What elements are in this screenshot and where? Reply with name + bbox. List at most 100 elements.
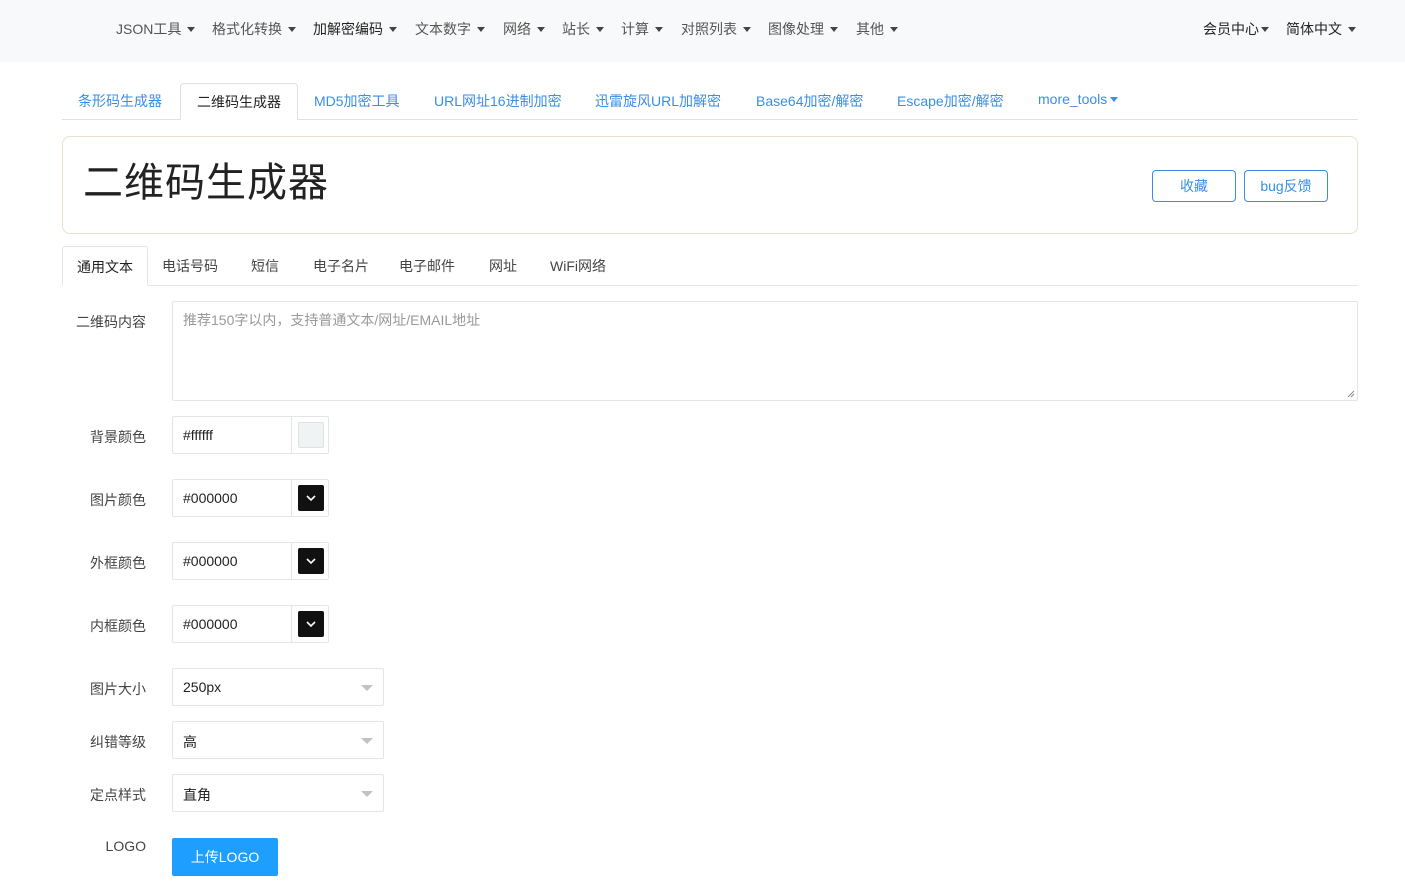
tab-md5-tool[interactable]: MD5加密工具 [314, 83, 400, 120]
nav-label: 网络 [503, 21, 531, 37]
nav-reference-lists[interactable]: 对照列表 [681, 20, 751, 38]
resize-grip-icon[interactable] [1347, 390, 1355, 398]
dropdown-arrow-icon [361, 791, 373, 797]
chevron-down-icon [306, 558, 316, 565]
tab-barcode-generator[interactable]: 条形码生成器 [78, 83, 162, 120]
bg-color-field[interactable]: #ffffff [172, 416, 329, 454]
more-tools-label: more_tools [1038, 91, 1108, 107]
top-navbar: JSON工具 格式化转换 加解密编码 文本数字 网络 站长 计算 对照列表 图像… [0, 0, 1405, 62]
nav-label: 会员中心 [1203, 21, 1259, 37]
nav-label: 简体中文 [1286, 21, 1342, 37]
nav-language[interactable]: 简体中文 [1286, 20, 1356, 38]
nav-member-center[interactable]: 会员中心 [1203, 20, 1269, 38]
nav-label: JSON工具 [116, 21, 182, 37]
dropdown-arrow-icon [361, 738, 373, 744]
tab-sms[interactable]: 短信 [251, 246, 279, 286]
inner-color-label: 内框颜色 [90, 618, 146, 634]
outer-color-label: 外框颜色 [90, 555, 146, 571]
favorite-button[interactable]: 收藏 [1152, 170, 1236, 202]
fg-color-field[interactable]: #000000 [172, 479, 329, 517]
inner-color-picker[interactable] [291, 605, 329, 643]
size-value: 250px [183, 679, 222, 695]
nav-format-convert[interactable]: 格式化转换 [212, 20, 296, 38]
fg-color-picker[interactable] [291, 479, 329, 517]
nav-json-tools[interactable]: JSON工具 [116, 20, 196, 38]
tab-plain-text[interactable]: 通用文本 [62, 246, 148, 286]
tab-qrcode-generator[interactable]: 二维码生成器 [180, 83, 298, 120]
size-select[interactable]: 250px [172, 668, 384, 706]
caret-down-icon [743, 26, 751, 32]
nav-label: 格式化转换 [212, 21, 282, 37]
chevron-down-icon [306, 621, 316, 628]
nav-label: 图像处理 [768, 21, 824, 37]
caret-down-icon [477, 26, 485, 32]
dot-style-value: 直角 [183, 787, 211, 803]
fg-color-label: 图片颜色 [90, 492, 146, 508]
outer-color-picker[interactable] [291, 542, 329, 580]
bg-color-value: #ffffff [183, 427, 213, 443]
bg-color-label: 背景颜色 [90, 429, 146, 445]
tool-tabs: 条形码生成器 二维码生成器 MD5加密工具 URL网址16进制加密 迅雷旋风UR… [62, 83, 1358, 120]
caret-down-icon [830, 26, 838, 32]
logo-label: LOGO [105, 838, 146, 854]
bg-color-picker[interactable] [291, 416, 329, 454]
nav-image-processing[interactable]: 图像处理 [768, 20, 838, 38]
nav-label: 其他 [856, 21, 884, 37]
tab-vcard[interactable]: 电子名片 [313, 246, 369, 286]
color-swatch [298, 611, 324, 637]
caret-down-icon [1348, 26, 1356, 32]
tab-more-tools[interactable]: more_tools [1038, 81, 1119, 118]
dropdown-arrow-icon [361, 685, 373, 691]
size-label: 图片大小 [90, 681, 146, 697]
color-swatch [298, 548, 324, 574]
color-swatch [298, 485, 324, 511]
nav-other[interactable]: 其他 [856, 20, 898, 38]
caret-down-icon [1110, 96, 1119, 102]
tab-url[interactable]: 网址 [489, 246, 517, 286]
nav-calculate[interactable]: 计算 [621, 20, 663, 38]
qr-type-tabs: 通用文本 电话号码 短信 电子名片 电子邮件 网址 WiFi网络 [62, 246, 1358, 286]
bug-report-button[interactable]: bug反馈 [1244, 170, 1328, 202]
dot-style-label: 定点样式 [90, 787, 146, 803]
nav-label: 计算 [621, 21, 649, 37]
tab-thunder-url[interactable]: 迅雷旋风URL加解密 [595, 83, 721, 120]
nav-network[interactable]: 网络 [503, 20, 545, 38]
tab-email[interactable]: 电子邮件 [399, 246, 455, 286]
nav-label: 文本数字 [415, 21, 471, 37]
nav-label: 站长 [562, 21, 590, 37]
fg-color-value: #000000 [183, 490, 238, 506]
outer-color-field[interactable]: #000000 [172, 542, 329, 580]
chevron-down-icon [306, 495, 316, 502]
caret-down-icon [187, 26, 196, 32]
outer-color-value: #000000 [183, 553, 238, 569]
inner-color-value: #000000 [183, 616, 238, 632]
upload-logo-button[interactable]: 上传LOGO [172, 838, 278, 876]
tab-phone-number[interactable]: 电话号码 [162, 246, 218, 286]
ecc-label: 纠错等级 [90, 734, 146, 750]
color-swatch [298, 422, 324, 448]
tab-url-hex-encrypt[interactable]: URL网址16进制加密 [434, 83, 562, 120]
nav-label: 对照列表 [681, 21, 737, 37]
page-title: 二维码生成器 [83, 161, 329, 205]
caret-down-icon [655, 26, 663, 32]
caret-down-icon [1261, 26, 1269, 32]
caret-down-icon [890, 26, 898, 32]
tab-escape[interactable]: Escape加密/解密 [897, 83, 1004, 120]
caret-down-icon [389, 26, 397, 32]
caret-down-icon [596, 26, 604, 32]
qr-content-textarea[interactable]: 推荐150字以内，支持普通文本/网址/EMAIL地址 [172, 301, 1358, 401]
nav-webmaster[interactable]: 站长 [562, 20, 604, 38]
ecc-select[interactable]: 高 [172, 721, 384, 759]
header-card: 二维码生成器 收藏 bug反馈 [62, 136, 1358, 234]
nav-text-number[interactable]: 文本数字 [415, 20, 485, 38]
tab-base64[interactable]: Base64加密/解密 [756, 83, 863, 120]
caret-down-icon [288, 26, 296, 32]
nav-encrypt-encode[interactable]: 加解密编码 [313, 20, 397, 38]
tab-wifi[interactable]: WiFi网络 [550, 246, 606, 286]
nav-label: 加解密编码 [313, 21, 383, 37]
caret-down-icon [537, 26, 545, 32]
qr-content-placeholder: 推荐150字以内，支持普通文本/网址/EMAIL地址 [183, 312, 481, 328]
ecc-value: 高 [183, 734, 197, 750]
inner-color-field[interactable]: #000000 [172, 605, 329, 643]
dot-style-select[interactable]: 直角 [172, 774, 384, 812]
